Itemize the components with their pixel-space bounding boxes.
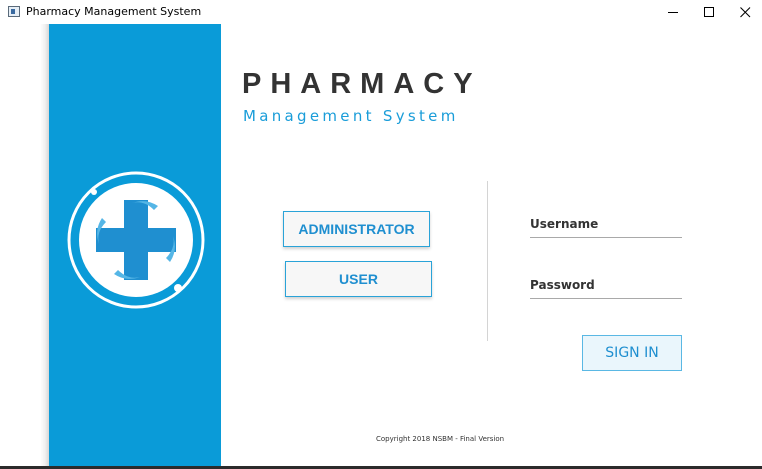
maximize-icon bbox=[704, 7, 714, 17]
close-button[interactable] bbox=[727, 0, 762, 24]
password-field[interactable] bbox=[530, 281, 682, 299]
user-button[interactable]: USER bbox=[285, 261, 432, 297]
vertical-divider bbox=[487, 181, 488, 341]
title-bar[interactable]: Pharmacy Management System bbox=[0, 0, 762, 24]
minimize-button[interactable] bbox=[655, 0, 691, 24]
app-brand-subtitle: Management System bbox=[243, 107, 459, 125]
medical-cross-logo-icon bbox=[67, 171, 205, 309]
minimize-icon bbox=[668, 12, 678, 13]
copyright-text: Copyright 2018 NSBM - Final Version bbox=[376, 435, 505, 443]
login-window: Pharmacy Management System PHARMACY Mana… bbox=[0, 0, 762, 469]
maximize-button[interactable] bbox=[691, 0, 727, 24]
app-brand-title: PHARMACY bbox=[242, 68, 482, 100]
sign-in-button[interactable]: SIGN IN bbox=[582, 335, 682, 371]
app-window-icon bbox=[8, 6, 20, 17]
window-title: Pharmacy Management System bbox=[26, 5, 202, 18]
administrator-button[interactable]: ADMINISTRATOR bbox=[283, 211, 430, 247]
close-icon bbox=[740, 7, 751, 18]
username-field[interactable] bbox=[530, 220, 682, 238]
